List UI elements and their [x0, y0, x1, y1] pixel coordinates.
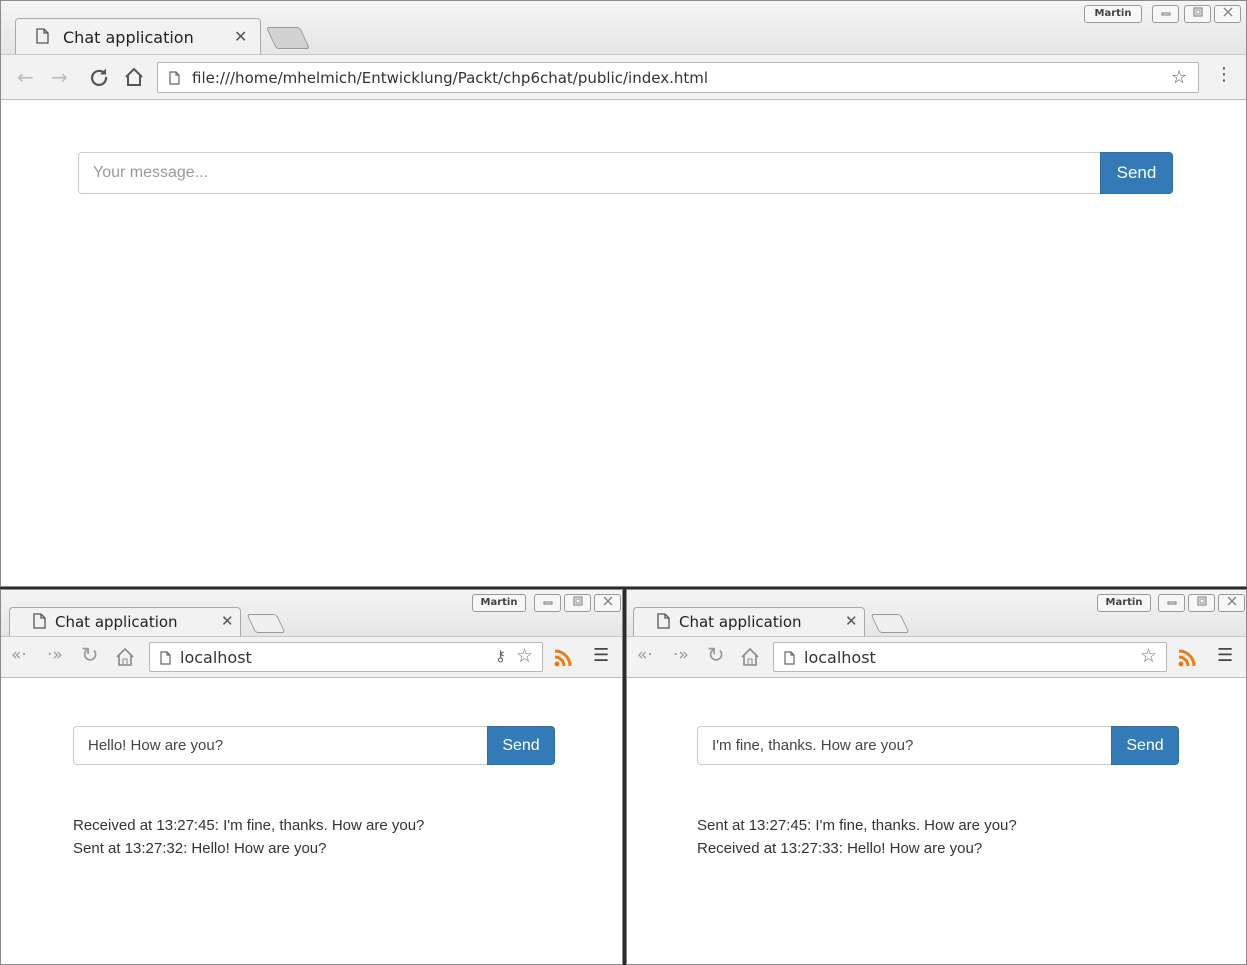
back-icon[interactable]: «·: [11, 645, 27, 665]
page-icon: [33, 613, 46, 633]
address-bar[interactable]: localhost ☆: [773, 642, 1167, 672]
minimize-button[interactable]: [1158, 594, 1185, 612]
message-input[interactable]: [78, 152, 1100, 194]
user-badge[interactable]: Martin: [1084, 5, 1142, 23]
close-window-button[interactable]: [1218, 594, 1245, 612]
left-toolbar: «· ·» ↻ localhost ⚷ ☆ ☰: [1, 636, 622, 678]
maximize-icon: [573, 596, 582, 606]
new-tab-button[interactable]: [870, 614, 910, 633]
back-icon[interactable]: «·: [637, 645, 653, 665]
page-icon: [160, 650, 171, 669]
tab-title: Chat application: [55, 613, 178, 631]
main-browser-window: Chat application ✕ Martin ← → file:///ho…: [0, 0, 1247, 587]
address-bar[interactable]: file:///home/mhelmich/Entwicklung/Packt/…: [157, 62, 1199, 93]
maximize-icon: [1197, 596, 1206, 606]
message-item: Sent at 13:27:45: I'm fine, thanks. How …: [697, 817, 1017, 834]
page-icon: [169, 70, 180, 89]
rss-icon[interactable]: [553, 648, 572, 667]
send-button[interactable]: Send: [487, 726, 555, 765]
minimize-icon: [1167, 601, 1176, 605]
page-icon: [657, 613, 670, 633]
right-toolbar: «· ·» ↻ localhost ☆ ☰: [627, 636, 1246, 678]
reload-icon[interactable]: ↻: [81, 643, 99, 667]
message-item: Received at 13:27:45: I'm fine, thanks. …: [73, 817, 425, 834]
minimize-button[interactable]: [534, 594, 561, 612]
page-icon: [36, 28, 49, 48]
close-window-button[interactable]: [594, 594, 621, 612]
home-icon[interactable]: [114, 646, 136, 672]
new-tab-button[interactable]: [265, 27, 311, 49]
minimize-icon: [1161, 12, 1170, 16]
address-bar[interactable]: localhost ⚷ ☆: [149, 642, 543, 672]
close-window-button[interactable]: [1214, 5, 1241, 23]
home-icon[interactable]: [123, 66, 145, 92]
right-titlebar: Chat application ✕ Martin: [627, 590, 1246, 637]
main-titlebar: Chat application ✕ Martin: [1, 1, 1246, 55]
left-titlebar: Chat application ✕ Martin: [1, 590, 622, 637]
home-icon[interactable]: [739, 646, 761, 672]
maximize-button[interactable]: [1188, 594, 1215, 612]
message-input-group: Send: [73, 726, 555, 765]
main-content: Send: [1, 100, 1246, 586]
close-window-icon: [1226, 596, 1237, 606]
menu-icon[interactable]: ☰: [1217, 645, 1233, 666]
message-input[interactable]: [697, 726, 1111, 765]
tab-title: Chat application: [63, 28, 194, 47]
page-icon: [784, 650, 795, 669]
message-item: Sent at 13:27:32: Hello! How are you?: [73, 840, 327, 857]
right-browser-window: Chat application ✕ Martin «· ·» ↻ localh…: [626, 589, 1247, 965]
menu-icon[interactable]: ☰: [593, 645, 609, 666]
send-button[interactable]: Send: [1100, 152, 1173, 194]
message-input-group: Send: [78, 152, 1173, 194]
message-input[interactable]: [73, 726, 487, 765]
user-badge[interactable]: Martin: [1097, 594, 1151, 612]
bookmark-star-icon[interactable]: ☆: [1140, 645, 1157, 667]
reload-icon[interactable]: [89, 67, 109, 91]
forward-icon[interactable]: →: [51, 65, 68, 89]
close-window-icon: [602, 596, 613, 606]
message-item: Received at 13:27:33: Hello! How are you…: [697, 840, 983, 857]
bookmark-star-icon[interactable]: ☆: [1171, 67, 1187, 88]
menu-icon[interactable]: ⋮: [1215, 66, 1233, 84]
main-tab[interactable]: Chat application ✕: [15, 18, 261, 55]
message-list: Sent at 13:27:45: I'm fine, thanks. How …: [697, 814, 1017, 860]
close-tab-icon[interactable]: ✕: [221, 612, 234, 630]
back-icon[interactable]: ←: [17, 65, 34, 89]
user-badge[interactable]: Martin: [472, 594, 526, 612]
right-tab[interactable]: Chat application ✕: [633, 607, 865, 637]
message-list: Received at 13:27:45: I'm fine, thanks. …: [73, 814, 424, 860]
close-tab-icon[interactable]: ✕: [845, 612, 858, 630]
close-window-icon: [1222, 7, 1233, 17]
url-text: localhost: [804, 648, 876, 667]
tab-title: Chat application: [679, 613, 802, 631]
send-button[interactable]: Send: [1111, 726, 1179, 765]
bookmark-star-icon[interactable]: ☆: [516, 645, 533, 667]
left-content: Send Received at 13:27:45: I'm fine, tha…: [1, 678, 622, 964]
left-browser-window: Chat application ✕ Martin «· ·» ↻ localh…: [0, 589, 623, 965]
maximize-icon: [1193, 7, 1202, 17]
close-tab-icon[interactable]: ✕: [234, 27, 247, 46]
url-text: localhost: [180, 648, 252, 667]
url-text: file:///home/mhelmich/Entwicklung/Packt/…: [192, 69, 709, 87]
minimize-icon: [543, 601, 552, 605]
forward-icon[interactable]: ·»: [47, 645, 63, 665]
maximize-button[interactable]: [564, 594, 591, 612]
left-tab[interactable]: Chat application ✕: [9, 607, 241, 637]
right-content: Send Sent at 13:27:45: I'm fine, thanks.…: [627, 678, 1246, 964]
key-icon[interactable]: ⚷: [495, 647, 506, 665]
main-toolbar: ← → file:///home/mhelmich/Entwicklung/Pa…: [1, 54, 1246, 100]
minimize-button[interactable]: [1152, 5, 1179, 23]
rss-icon[interactable]: [1177, 648, 1196, 667]
new-tab-button[interactable]: [246, 614, 286, 633]
message-input-group: Send: [697, 726, 1179, 765]
reload-icon[interactable]: ↻: [707, 643, 725, 667]
forward-icon[interactable]: ·»: [673, 645, 689, 665]
maximize-button[interactable]: [1184, 5, 1211, 23]
